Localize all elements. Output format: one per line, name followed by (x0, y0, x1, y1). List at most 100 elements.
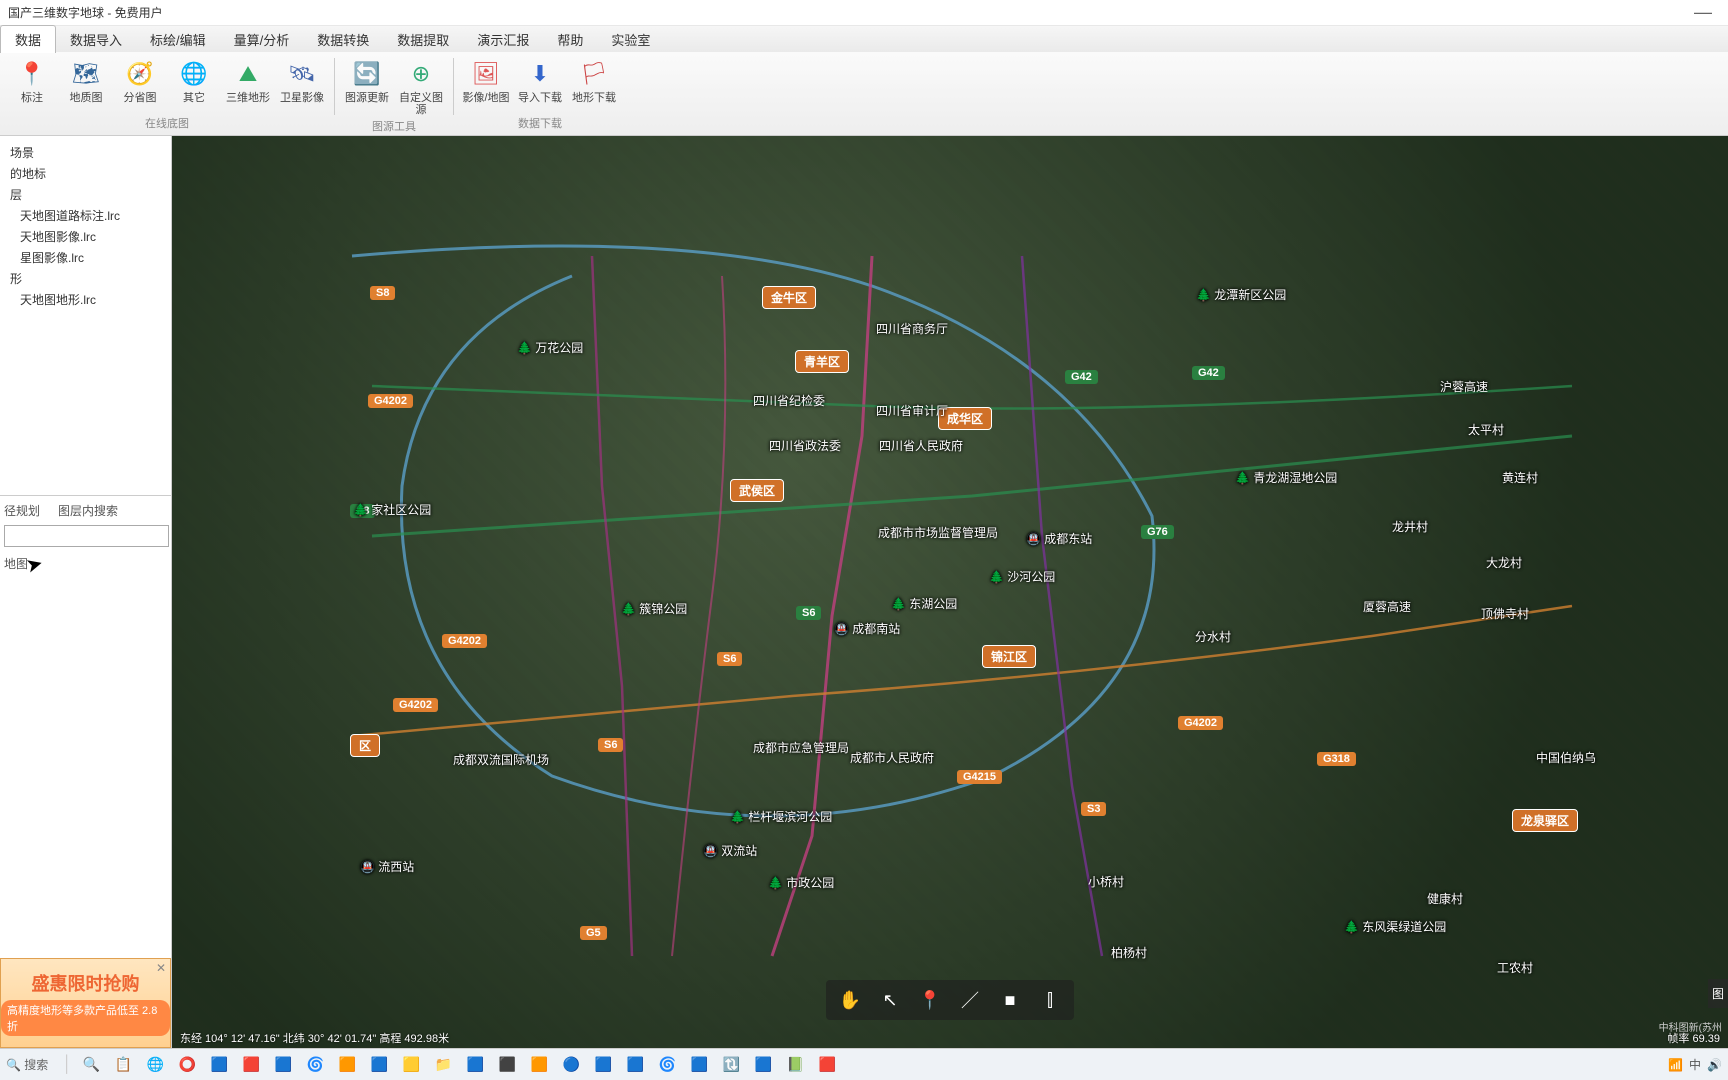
tab-layer-search[interactable]: 图层内搜索 (58, 502, 118, 519)
ribbon: 📍标注🗺地质图🧭分省图🌐其它⛰三维地形🛰卫星影像在线底图🔄图源更新⊕自定义图源图… (0, 52, 1728, 136)
menu-bar: 数据数据导入标绘/编辑量算/分析数据转换数据提取演示汇报帮助实验室 (0, 26, 1728, 52)
map-canvas[interactable]: S8G4202S8G4202G4202S6S6S6G4215S3G5G42G42… (172, 136, 1728, 1048)
taskbar-app-16[interactable]: 🟦 (590, 1052, 616, 1078)
close-icon[interactable]: ✕ (156, 961, 166, 975)
taskbar-app-4[interactable]: 🟦 (206, 1052, 232, 1078)
taskbar-app-3[interactable]: ⭕ (174, 1052, 200, 1078)
tree-node[interactable]: 形 (4, 268, 167, 289)
tree-leaf[interactable]: 星图影像.lrc (4, 247, 167, 268)
ribbon-数据下载-1[interactable]: ⬇导入下载 (514, 54, 566, 113)
search-input[interactable] (4, 525, 169, 547)
poi-label: 四川省审计厅 (876, 402, 948, 419)
taskbar-app-8[interactable]: 🟧 (334, 1052, 360, 1078)
taskbar-app-5[interactable]: 🟥 (238, 1052, 264, 1078)
taskbar-app-1[interactable]: 📋 (110, 1052, 136, 1078)
tree-node[interactable]: 的地标 (4, 163, 167, 184)
poi-label: 流西站 (360, 858, 414, 875)
poi-label: 顶佛寺村 (1481, 605, 1529, 622)
menu-3[interactable]: 量算/分析 (220, 26, 304, 53)
taskbar-app-18[interactable]: 🌀 (654, 1052, 680, 1078)
menu-4[interactable]: 数据转换 (303, 26, 383, 53)
poi-label: 沙河公园 (989, 568, 1055, 585)
taskbar-app-6[interactable]: 🟦 (270, 1052, 296, 1078)
poi-label: 黄连村 (1502, 469, 1538, 486)
menu-1[interactable]: 数据导入 (56, 26, 136, 53)
tree-node[interactable]: 场景 (4, 142, 167, 163)
menu-8[interactable]: 实验室 (597, 26, 664, 53)
map-tool-2[interactable]: 📍 (910, 984, 950, 1016)
taskbar-app-14[interactable]: 🟧 (526, 1052, 552, 1078)
ribbon-group-title: 数据下载 (460, 113, 620, 135)
ribbon-在线底图-4[interactable]: ⛰三维地形 (222, 54, 274, 113)
taskbar-app-7[interactable]: 🌀 (302, 1052, 328, 1078)
poi-label: 簇锦公园 (621, 600, 687, 617)
tree-leaf[interactable]: 天地图地形.lrc (4, 289, 167, 310)
ad-banner[interactable]: ✕ 盛惠限时抢购 高精度地形等多款产品低至 2.8 折 (0, 958, 171, 1048)
poi-label: 工农村 (1497, 959, 1533, 976)
poi-label: 大龙村 (1486, 554, 1522, 571)
tree-leaf[interactable]: 天地图影像.lrc (4, 226, 167, 247)
layers-toggle[interactable]: 图 (1708, 979, 1728, 1008)
taskbar-app-13[interactable]: ⬛ (494, 1052, 520, 1078)
map-tool-4[interactable]: ■ (990, 984, 1030, 1016)
poi-label: 市政公园 (768, 874, 834, 891)
tray-icon[interactable]: 📶 (1668, 1058, 1683, 1072)
tray-icon[interactable]: 中 (1689, 1056, 1701, 1073)
district-label: 金牛区 (762, 286, 816, 309)
taskbar-app-20[interactable]: 🔃 (718, 1052, 744, 1078)
taskbar-app-11[interactable]: 📁 (430, 1052, 456, 1078)
ribbon-图源工具-1[interactable]: ⊕自定义图源 (395, 54, 447, 116)
menu-2[interactable]: 标绘/编辑 (136, 26, 220, 53)
poi-label: 四川省人民政府 (879, 437, 963, 454)
map-tool-5[interactable]: ⫿ (1030, 984, 1070, 1016)
taskbar-app-10[interactable]: 🟨 (398, 1052, 424, 1078)
ribbon-数据下载-0[interactable]: 🖼影像/地图 (460, 54, 512, 113)
tray-icon[interactable]: 🔊 (1707, 1058, 1722, 1072)
taskbar-app-0[interactable]: 🔍 (78, 1052, 104, 1078)
map-tool-1[interactable]: ↖ (870, 984, 910, 1016)
taskbar-app-22[interactable]: 📗 (782, 1052, 808, 1078)
highway-badge: G4202 (1178, 716, 1223, 730)
menu-0[interactable]: 数据 (0, 25, 56, 53)
poi-label: 成都市人民政府 (850, 749, 934, 766)
taskbar-app-17[interactable]: 🟦 (622, 1052, 648, 1078)
ribbon-数据下载-2[interactable]: 🏳地形下载 (568, 54, 620, 113)
menu-7[interactable]: 帮助 (543, 26, 597, 53)
layer-tree[interactable]: 场景的地标层天地图道路标注.lrc天地图影像.lrc星图影像.lrc形天地图地形… (0, 136, 171, 496)
ribbon-在线底图-2[interactable]: 🧭分省图 (114, 54, 166, 113)
map-tool-3[interactable]: ／ (950, 984, 990, 1016)
taskbar-app-12[interactable]: 🟦 (462, 1052, 488, 1078)
poi-label: 成都市应急管理局 (753, 739, 849, 756)
taskbar-app-9[interactable]: 🟦 (366, 1052, 392, 1078)
ribbon-在线底图-1[interactable]: 🗺地质图 (60, 54, 112, 113)
ad-sub: 高精度地形等多款产品低至 2.8 折 (1, 1000, 170, 1036)
poi-label: 成都市市场监督管理局 (878, 524, 998, 541)
ribbon-图源工具-0[interactable]: 🔄图源更新 (341, 54, 393, 116)
district-label: 青羊区 (795, 350, 849, 373)
menu-5[interactable]: 数据提取 (383, 26, 463, 53)
ribbon-在线底图-0[interactable]: 📍标注 (6, 54, 58, 113)
search-source[interactable]: 地图 (4, 555, 167, 572)
taskbar-app-19[interactable]: 🟦 (686, 1052, 712, 1078)
poi-label: 四川省政法委 (769, 437, 841, 454)
tree-leaf[interactable]: 天地图道路标注.lrc (4, 205, 167, 226)
taskbar-app-21[interactable]: 🟦 (750, 1052, 776, 1078)
district-label: 武侯区 (730, 479, 784, 502)
taskbar-app-15[interactable]: 🔵 (558, 1052, 584, 1078)
map-tool-0[interactable]: ✋ (830, 984, 870, 1016)
highway-badge: G42 (1065, 370, 1098, 384)
poi-label: 成都双流国际机场 (453, 751, 549, 768)
ad-title: 盛惠限时抢购 (32, 970, 140, 996)
taskbar-app-2[interactable]: 🌐 (142, 1052, 168, 1078)
taskbar-app-23[interactable]: 🟥 (814, 1052, 840, 1078)
tab-route[interactable]: 径规划 (4, 502, 40, 519)
highway-badge: G4202 (368, 394, 413, 408)
minimize-button[interactable]: — (1686, 2, 1720, 23)
menu-6[interactable]: 演示汇报 (463, 26, 543, 53)
poi-label: 东湖公园 (891, 595, 957, 612)
taskbar-search[interactable]: 🔍 搜索 (6, 1056, 48, 1073)
highway-badge: G5 (580, 926, 607, 940)
ribbon-在线底图-5[interactable]: 🛰卫星影像 (276, 54, 328, 113)
tree-node[interactable]: 层 (4, 184, 167, 205)
ribbon-在线底图-3[interactable]: 🌐其它 (168, 54, 220, 113)
